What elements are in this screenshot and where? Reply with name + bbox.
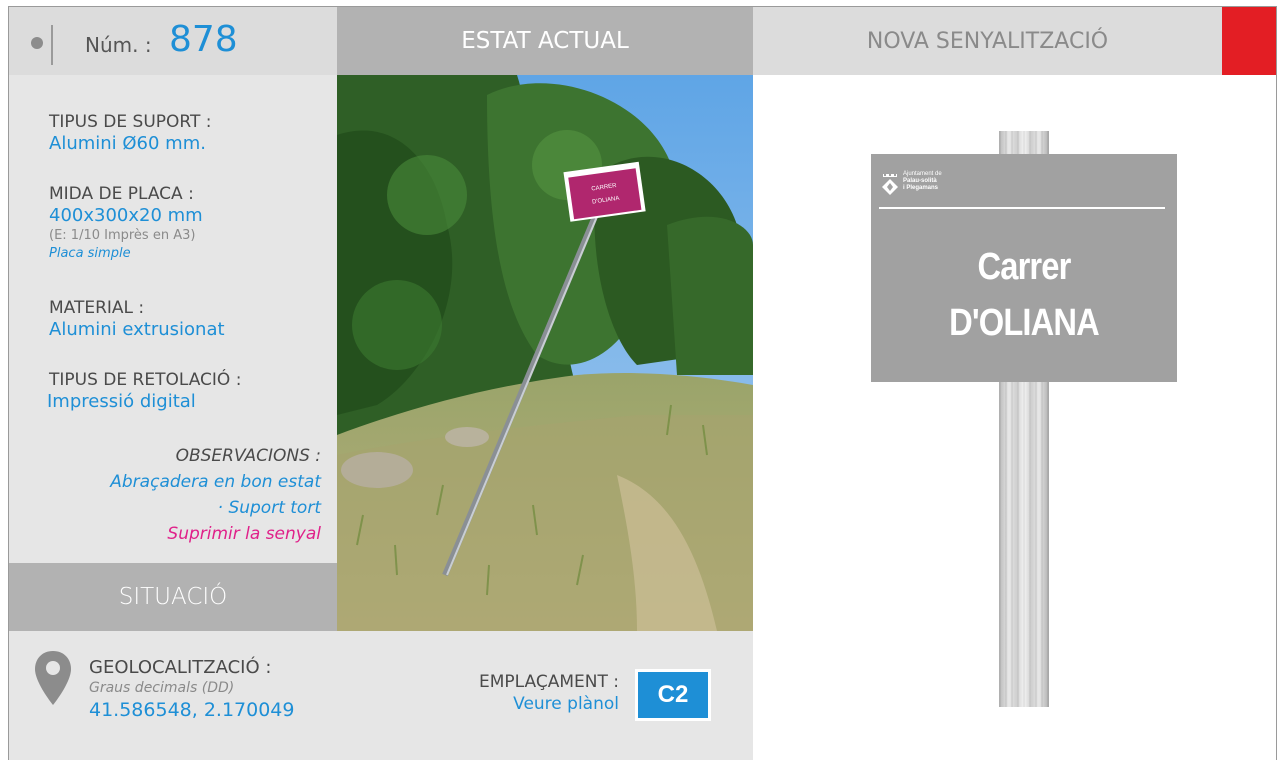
- new-sign-preview: Ajuntament de Palau-solità i Plegamans C…: [753, 75, 1276, 760]
- divider: [51, 25, 53, 65]
- observation-action: Suprimir la senyal: [167, 524, 321, 544]
- bullet-icon: [31, 37, 43, 49]
- number-label: Núm. :: [85, 33, 152, 57]
- geolocation-label: GEOLOCALITZACIÓ :: [89, 657, 272, 678]
- observations-label: OBSERVACIONS :: [175, 446, 321, 466]
- lettering-label: TIPUS DE RETOLACIÓ :: [49, 370, 242, 390]
- street-sign-plate: Ajuntament de Palau-solità i Plegamans C…: [871, 154, 1177, 382]
- support-type-value: Alumini Ø60 mm.: [49, 133, 206, 154]
- observation-line-2: · Suport tort: [217, 498, 321, 518]
- org-line-1: Ajuntament de: [903, 171, 942, 177]
- coordinate-format: Graus decimals (DD): [89, 680, 235, 696]
- plate-scale-note: (E: 1/10 Imprès en A3): [49, 228, 196, 243]
- street-type: Carrer: [977, 246, 1072, 288]
- red-tab-marker: [1222, 7, 1276, 75]
- plate-size-label: MIDA DE PLACA :: [49, 184, 194, 204]
- view-map-link[interactable]: Veure plànol: [409, 693, 619, 715]
- placement-code-badge: C2: [635, 669, 711, 721]
- sign-record-sheet: Núm. : 878 ESTAT ACTUAL NOVA SENYALITZAC…: [8, 6, 1277, 760]
- observations-block: OBSERVACIONS : Abraçadera en bon estat ·…: [9, 443, 321, 547]
- new-signage-header: NOVA SENYALITZACIÓ: [753, 7, 1222, 75]
- record-number: 878: [169, 19, 238, 60]
- placement-label: EMPLAÇAMENT :: [479, 672, 619, 692]
- municipal-emblem-icon: [882, 174, 898, 195]
- street-name: D'OLIANA: [949, 302, 1100, 344]
- field-photo-illustration: CARRER D'OLIANA: [337, 75, 753, 631]
- location-header: SITUACIÓ: [9, 563, 337, 631]
- support-type-label: TIPUS DE SUPORT :: [49, 112, 212, 132]
- org-line-3: i Plegamans: [903, 185, 939, 191]
- observation-line-1: Abraçadera en bon estat: [110, 472, 321, 492]
- org-line-2: Palau-solità: [903, 178, 937, 184]
- current-state-header: ESTAT ACTUAL: [337, 7, 753, 75]
- lettering-value: Impressió digital: [47, 391, 196, 412]
- plate-divider: [879, 207, 1165, 209]
- plate-size-block: MIDA DE PLACA : 400x300x20 mm (E: 1/10 I…: [49, 183, 203, 263]
- plate-size-value: 400x300x20 mm: [49, 205, 203, 226]
- geolocation-block: GEOLOCALITZACIÓ : Graus decimals (DD) 41…: [89, 657, 294, 723]
- placement-block: EMPLAÇAMENT : Veure plànol: [409, 671, 619, 715]
- material-value: Alumini extrusionat: [49, 319, 225, 340]
- support-type-block: TIPUS DE SUPORT : Alumini Ø60 mm.: [49, 111, 211, 155]
- lettering-block: TIPUS DE RETOLACIÓ : Impressió digital: [47, 369, 241, 413]
- coordinates: 41.586548, 2.170049: [89, 699, 295, 721]
- map-pin-icon: [35, 651, 71, 705]
- current-state-photo: CARRER D'OLIANA: [337, 75, 753, 631]
- municipal-logo-text: Ajuntament de Palau-solità i Plegamans: [903, 171, 942, 192]
- plate-type: Placa simple: [49, 246, 131, 261]
- material-label: MATERIAL :: [49, 298, 145, 318]
- material-block: MATERIAL : Alumini extrusionat: [49, 297, 225, 341]
